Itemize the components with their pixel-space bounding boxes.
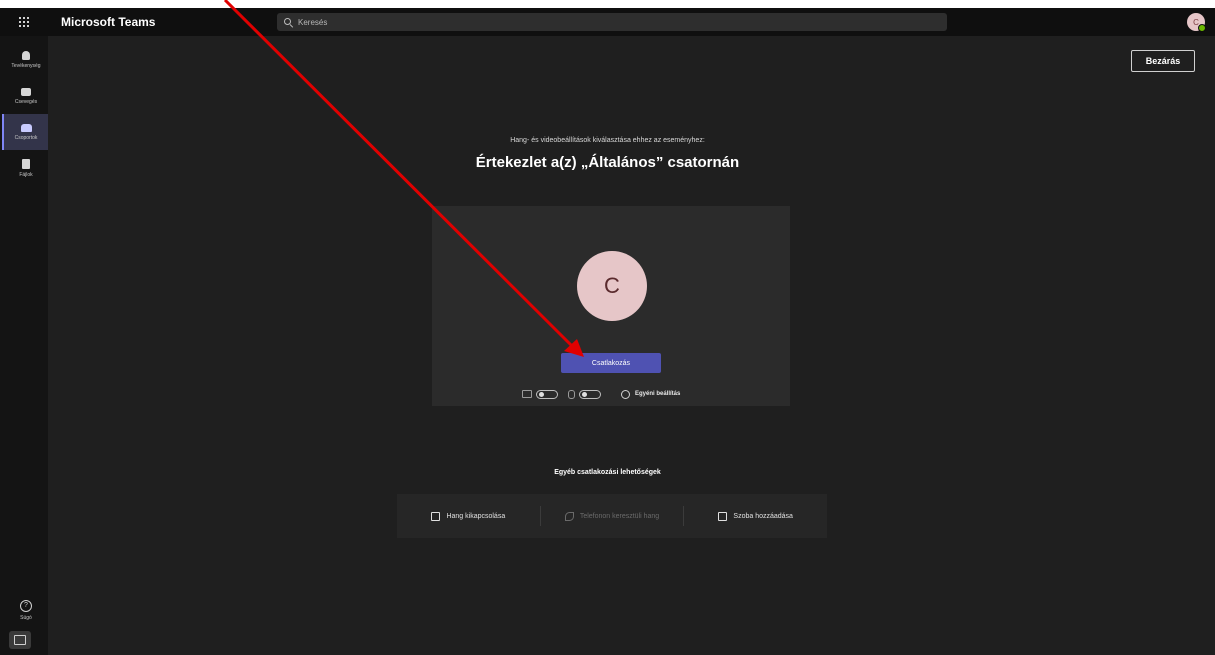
rail-item-label: Csevegés: [14, 98, 38, 105]
rail-item-chat[interactable]: Csevegés: [4, 78, 48, 114]
prejoin-subtitle: Hang- és videobeállítások kiválasztása e…: [510, 137, 705, 144]
help-icon: ?: [20, 599, 32, 612]
close-button[interactable]: Bezárás: [1131, 50, 1195, 72]
rail-item-teams[interactable]: Csoportok: [2, 114, 48, 150]
user-avatar[interactable]: C: [1187, 13, 1206, 32]
meeting-title: Értekezlet a(z) „Általános” csatornán: [475, 154, 740, 171]
join-button[interactable]: Csatlakozás: [561, 353, 661, 373]
app-title: Microsoft Teams: [61, 15, 156, 29]
search-placeholder: Keresés: [298, 17, 328, 27]
download-app-button[interactable]: [9, 631, 31, 649]
phone-audio-option: Telefonon keresztüli hang: [541, 504, 684, 528]
camera-toggle[interactable]: [536, 389, 558, 399]
option-label: Telefonon keresztüli hang: [579, 512, 660, 520]
title-bar: Microsoft Teams Keresés C: [0, 8, 1215, 36]
option-label: Hang kikapcsolása: [446, 512, 506, 520]
app-rail: Tevékenység Csevegés Csoportok Fájlok ? …: [0, 36, 48, 655]
other-options-bar: Hang kikapcsolása Telefonon keresztüli h…: [397, 494, 827, 538]
other-options-heading: Egyéb csatlakozási lehetőségek: [554, 469, 661, 476]
phone-icon: [564, 511, 574, 521]
custom-settings-link[interactable]: Egyéni beállítás: [635, 391, 680, 397]
mic-off-icon: [568, 389, 575, 399]
rail-item-help[interactable]: ? Súgó: [4, 592, 48, 628]
app-launcher-button[interactable]: [0, 8, 48, 36]
teams-window: Microsoft Teams Keresés C Tevékenység Cs…: [0, 8, 1215, 655]
video-preview: C Csatlakozás Egyéni beállítás: [432, 206, 790, 406]
rail-item-label: Tevékenység: [11, 63, 41, 69]
audio-off-option[interactable]: Hang kikapcsolása: [397, 504, 540, 528]
camera-off-icon: [522, 390, 532, 398]
preview-avatar: C: [577, 251, 647, 321]
waffle-icon: [19, 17, 29, 27]
search-input[interactable]: Keresés: [277, 13, 947, 31]
add-room-option[interactable]: Szoba hozzáadása: [684, 504, 827, 528]
search-icon: [284, 18, 292, 26]
option-label: Szoba hozzáadása: [733, 512, 793, 520]
presence-indicator: [1198, 24, 1206, 32]
speaker-off-icon: [431, 511, 441, 521]
rail-item-activity[interactable]: Tevékenység: [4, 42, 48, 78]
room-icon: [718, 511, 728, 521]
rail-item-label: Súgó: [20, 614, 32, 621]
rail-item-label: Fájlok: [19, 171, 33, 178]
teams-icon: [20, 123, 32, 132]
mic-toggle[interactable]: [579, 389, 601, 399]
chat-icon: [21, 87, 31, 96]
gear-icon: [621, 389, 630, 399]
download-icon: [14, 635, 26, 645]
av-controls: Egyéni beállítás: [522, 388, 680, 400]
bell-icon: [22, 51, 30, 60]
